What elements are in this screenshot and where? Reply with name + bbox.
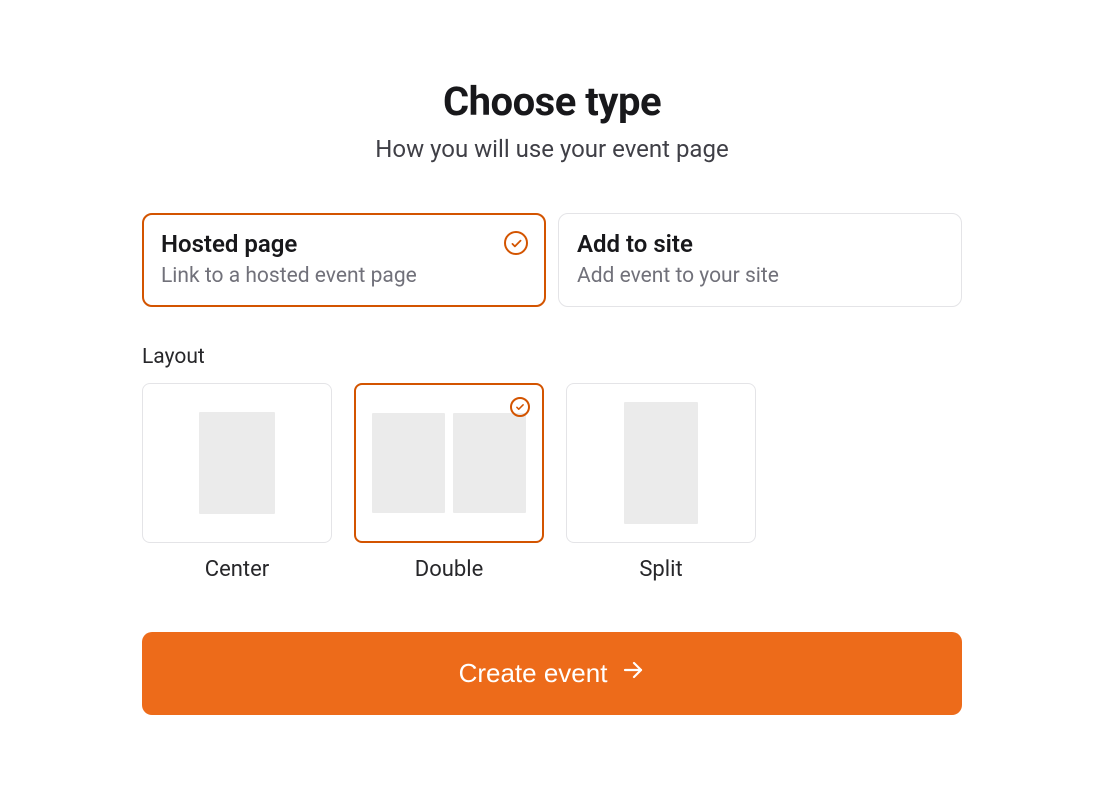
layout-section: Layout Center Double bbox=[142, 345, 962, 582]
layout-preview-block bbox=[372, 413, 445, 513]
layout-option-label: Center bbox=[205, 557, 269, 582]
layout-item-center: Center bbox=[142, 383, 332, 582]
page-title: Choose type bbox=[142, 78, 962, 125]
type-option-add-to-site[interactable]: Add to site Add event to your site bbox=[558, 213, 962, 307]
layout-option-label: Double bbox=[415, 557, 483, 582]
type-options-group: Hosted page Link to a hosted event page … bbox=[142, 213, 962, 307]
type-option-title: Hosted page bbox=[161, 230, 527, 258]
check-circle-icon bbox=[504, 231, 528, 255]
check-circle-icon bbox=[510, 397, 530, 417]
layout-item-split: Split bbox=[566, 383, 756, 582]
layout-option-center[interactable] bbox=[142, 383, 332, 543]
layout-option-split[interactable] bbox=[566, 383, 756, 543]
type-option-desc: Add event to your site bbox=[577, 264, 943, 288]
layout-options-group: Center Double Split bbox=[142, 383, 962, 582]
layout-item-double: Double bbox=[354, 383, 544, 582]
page-header: Choose type How you will use your event … bbox=[142, 78, 962, 163]
layout-preview-block bbox=[453, 413, 526, 513]
create-button-label: Create event bbox=[459, 658, 608, 689]
type-option-hosted[interactable]: Hosted page Link to a hosted event page bbox=[142, 213, 546, 307]
type-option-title: Add to site bbox=[577, 230, 943, 258]
page-subtitle: How you will use your event page bbox=[142, 135, 962, 163]
layout-preview-block bbox=[624, 402, 698, 524]
layout-option-double[interactable] bbox=[354, 383, 544, 543]
layout-label: Layout bbox=[142, 345, 962, 369]
arrow-right-icon bbox=[621, 658, 645, 689]
layout-preview-block bbox=[199, 412, 275, 514]
layout-option-label: Split bbox=[639, 557, 682, 582]
type-option-desc: Link to a hosted event page bbox=[161, 264, 527, 288]
create-event-button[interactable]: Create event bbox=[142, 632, 962, 715]
